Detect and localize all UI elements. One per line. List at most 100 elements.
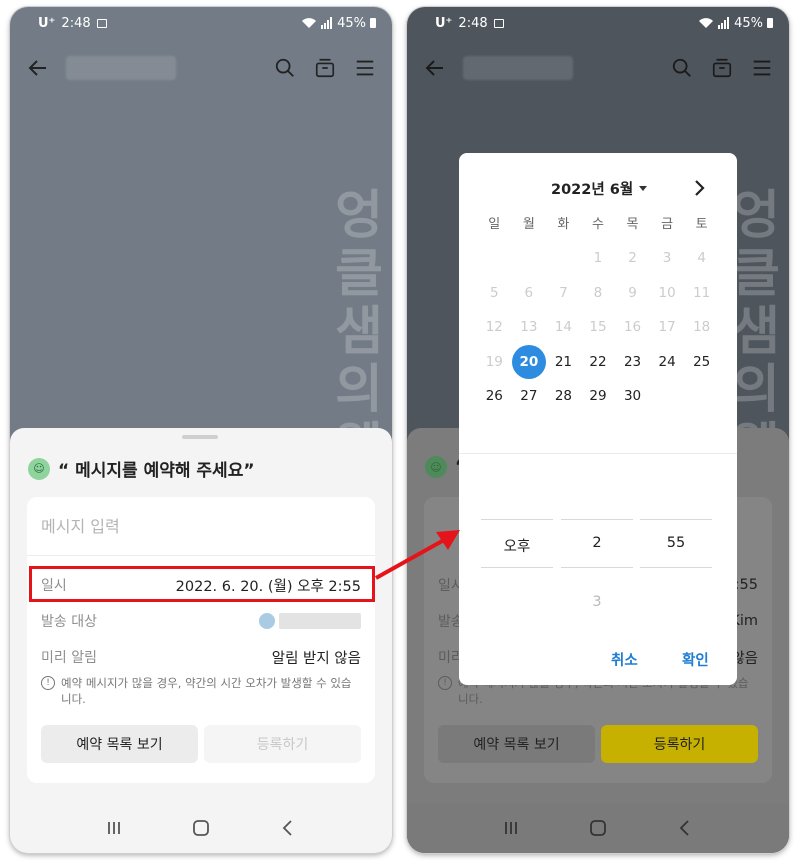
message-input[interactable]: 메시지 입력: [41, 513, 120, 537]
picker-line: [640, 567, 712, 568]
notice: ! 예약 메시지가 많을 경우, 약간의 시간 오차가 발생할 수 있습니다.: [41, 675, 361, 707]
divider: [27, 555, 375, 556]
back-arrow-icon[interactable]: [423, 56, 447, 80]
calendar-day: 16: [615, 310, 650, 345]
datetime-value[interactable]: 2022. 6. 20. (월) 오후 2:55: [176, 575, 361, 596]
calendar-day-number: 13: [520, 319, 538, 336]
back-arrow-icon[interactable]: [26, 56, 50, 80]
calendar-day-number: 5: [489, 284, 499, 301]
datetime-row[interactable]: 일시 2022. 6. 20. (월) 오후 2:55: [41, 575, 361, 595]
reminder-row[interactable]: 미리 알림 알림 받지 않음: [41, 647, 361, 667]
calendar-day-number: 29: [589, 388, 607, 405]
signal-icon: [718, 17, 730, 29]
calendar-day: [684, 379, 719, 414]
calendar-day[interactable]: 24: [650, 345, 685, 380]
calendar-week-row: 5 6 7 8 9 10 11: [477, 276, 719, 311]
home-icon[interactable]: [588, 818, 608, 838]
chat-title-blurred: [463, 56, 573, 80]
month-selector[interactable]: 2022년 6월: [551, 178, 648, 199]
nav-back-icon[interactable]: [278, 818, 298, 838]
wifi-icon: [302, 18, 317, 28]
drawer-icon[interactable]: [711, 57, 733, 79]
reminder-label: 미리 알림: [41, 650, 97, 666]
drawer-icon[interactable]: [314, 57, 336, 79]
hour-wheel-next[interactable]: 3: [561, 594, 633, 610]
calendar-day[interactable]: 22: [581, 345, 616, 380]
sheet-drag-handle[interactable]: [182, 435, 218, 439]
picker-line: [481, 567, 553, 568]
calendar-day-number: 23: [623, 353, 642, 370]
ampm-wheel[interactable]: 오후: [481, 535, 553, 556]
recent-apps-icon[interactable]: [501, 818, 521, 838]
signal-icon: [321, 17, 333, 29]
status-time: 2:48: [61, 15, 91, 31]
battery-percent: 45%: [337, 15, 366, 31]
cancel-button[interactable]: 취소: [611, 649, 638, 670]
app-bar: [10, 45, 392, 91]
menu-icon[interactable]: [354, 57, 376, 79]
view-schedule-list-button[interactable]: 예약 목록 보기: [41, 725, 198, 763]
calendar-header: 2022년 6월: [459, 178, 737, 198]
recipient-avatar: [259, 613, 275, 629]
calendar-day: 2: [615, 241, 650, 276]
search-icon[interactable]: [274, 57, 296, 79]
status-bar: U⁺ 2:48 45%: [10, 7, 392, 39]
search-icon[interactable]: [671, 57, 693, 79]
calendar-day: 8: [581, 276, 616, 311]
register-button[interactable]: 등록하기: [204, 725, 361, 763]
calendar-day[interactable]: 21: [546, 345, 581, 380]
calendar-day[interactable]: 29: [581, 379, 616, 414]
chat-title-blurred: [66, 56, 176, 80]
calendar-day[interactable]: 27: [512, 379, 547, 414]
minute-wheel[interactable]: 55: [640, 535, 712, 551]
home-icon[interactable]: [191, 818, 211, 838]
recipient-label: 발송 대상: [41, 614, 97, 630]
sheet-title: “ 메시지를 예약해 주세요”: [58, 461, 255, 481]
recent-apps-icon[interactable]: [104, 818, 124, 838]
weekday-label: 월: [522, 217, 535, 232]
battery-percent: 45%: [734, 15, 763, 31]
calendar-day-number: 12: [485, 319, 503, 336]
annotation-arrow-icon: [375, 530, 460, 580]
calendar-day[interactable]: 23: [615, 345, 650, 380]
calendar-day: [546, 241, 581, 276]
weekday-header: 일월화수목금토: [477, 213, 719, 232]
recipient-row[interactable]: 발송 대상: [41, 611, 361, 631]
bot-avatar-icon: ☺: [28, 457, 50, 480]
calendar-day-number: 25: [693, 353, 711, 370]
nav-back-icon[interactable]: [675, 818, 695, 838]
hour-wheel[interactable]: 2: [561, 535, 633, 551]
image-notification-icon: [493, 18, 504, 28]
calendar-day-number: 11: [693, 284, 711, 301]
calendar-day-selected[interactable]: 20: [511, 344, 547, 380]
calendar-day: [650, 379, 685, 414]
battery-icon: [767, 18, 773, 28]
calendar-day-number: 26: [485, 388, 503, 405]
calendar-week-row: 19 20 21 22 23 24 25: [477, 344, 719, 380]
calendar-day: 11: [684, 276, 719, 311]
calendar-week-row: 26 27 28 29 30: [477, 379, 719, 414]
carrier-label: U⁺: [38, 15, 56, 31]
menu-icon[interactable]: [751, 57, 773, 79]
calendar-day[interactable]: 28: [546, 379, 581, 414]
calendar-day[interactable]: 25: [684, 345, 719, 380]
calendar-day: 10: [650, 276, 685, 311]
info-icon: !: [41, 676, 55, 690]
calendar-day: 13: [512, 310, 547, 345]
weekday-label: 목: [626, 217, 639, 232]
picker-line: [561, 519, 633, 520]
confirm-button[interactable]: 확인: [682, 649, 709, 670]
calendar-day-number: 1: [593, 250, 603, 267]
calendar-day: 4: [684, 241, 719, 276]
reminder-value[interactable]: 알림 받지 않음: [272, 647, 361, 668]
phone-screen-right: U⁺ 2:48 45% 엉클샘의웹자료정리 ☺ “ 일시 :55: [407, 7, 789, 853]
picker-line: [561, 567, 633, 568]
next-month-chevron-icon[interactable]: [689, 178, 709, 198]
calendar-day[interactable]: 30: [615, 379, 650, 414]
calendar-day: 17: [650, 310, 685, 345]
calendar-day[interactable]: 26: [477, 379, 512, 414]
divider: [459, 453, 737, 454]
calendar-day-number: 21: [554, 353, 572, 370]
calendar-day-number: 6: [524, 284, 534, 301]
calendar-day: 7: [546, 276, 581, 311]
